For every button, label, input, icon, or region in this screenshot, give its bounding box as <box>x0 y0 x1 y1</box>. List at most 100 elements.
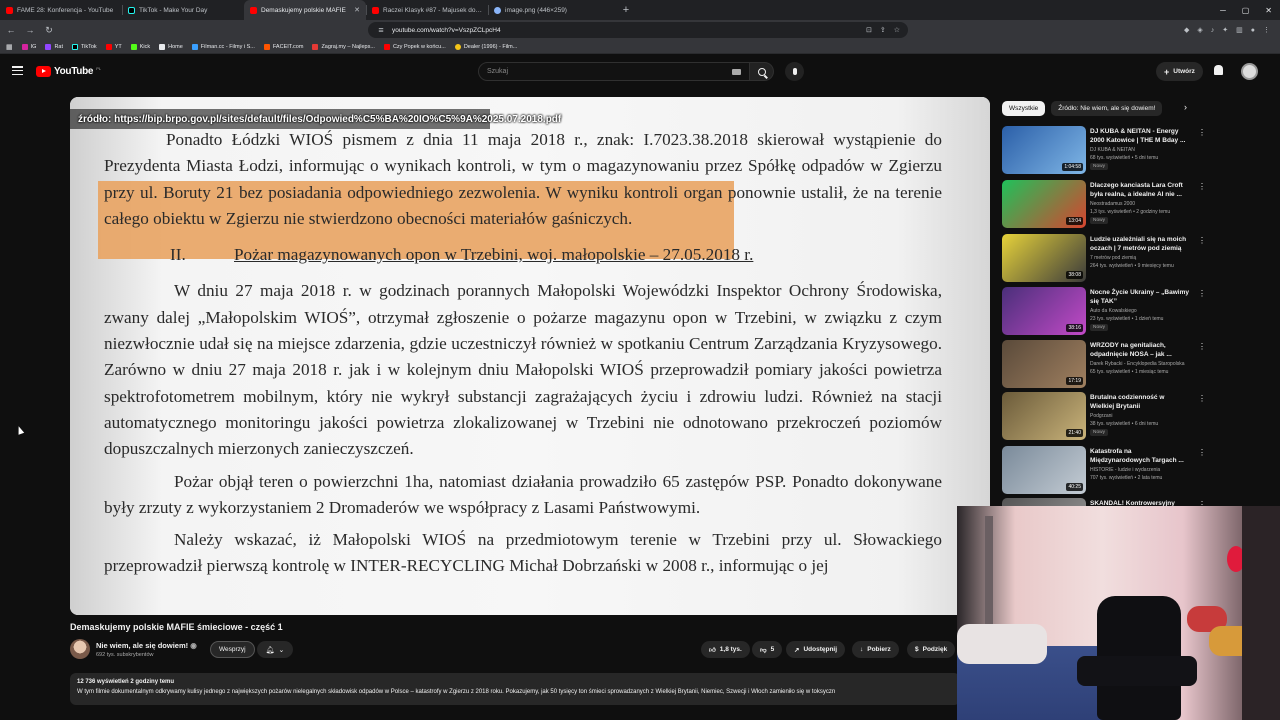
youtube-logo[interactable]: YouTube PL <box>36 66 101 77</box>
recommendation-item[interactable]: 1:04:58 DJ KUBA & NEITAN - Energy 2000 Ka… <box>1002 126 1272 176</box>
description-box[interactable]: 12 736 wyświetleń 2 godziny temu W tym f… <box>70 673 960 705</box>
bookmark-item[interactable]: IG <box>21 43 36 50</box>
tab-demaskujemy[interactable]: Demaskujemy polskie MAFIE ✕ <box>244 0 366 20</box>
bookmark-item[interactable]: FACEIT.com <box>263 43 303 50</box>
more-options-icon[interactable]: ⋮ <box>1198 448 1206 457</box>
recommendation-channel[interactable]: Darek Rybacki - Encyklopedia Staropolska <box>1090 361 1185 367</box>
recommendation-channel[interactable]: Neostradamus 2000 <box>1090 201 1135 207</box>
recommendation-item[interactable]: 17:19 WRZODY na genitaliach, odpadnięcie … <box>1002 340 1272 390</box>
video-thumbnail[interactable]: 38:08 <box>1002 234 1086 282</box>
back-icon[interactable]: ← <box>6 25 16 35</box>
bookmark-item[interactable]: YT <box>105 43 122 50</box>
site-info-icon[interactable]: ≡ <box>376 25 386 35</box>
recommendation-item[interactable]: 40:25 Katastrofa na Międzynarodowych Targ… <box>1002 446 1272 496</box>
extension-icon[interactable]: ◆ <box>1184 26 1189 34</box>
bookmark-item[interactable]: Filman.cc - Filmy i S... <box>191 43 255 50</box>
globe-favicon <box>494 6 501 14</box>
bookmark-item[interactable]: Home <box>159 43 183 50</box>
install-icon[interactable]: ⊡ <box>866 26 872 34</box>
voice-search-button[interactable] <box>785 62 804 81</box>
channel-avatar[interactable] <box>70 639 90 659</box>
recommendation-title[interactable]: Dlaczego kanciasta Lara Croft była realn… <box>1090 181 1190 199</box>
recommendation-title[interactable]: Nocne Życie Ukrainy – „Bawimy się TAK” <box>1090 288 1190 306</box>
more-options-icon[interactable]: ⋮ <box>1198 182 1206 191</box>
recommendation-item[interactable]: 38:08 Ludzie uzależniali się na moich ocz… <box>1002 234 1272 284</box>
recommendation-item[interactable]: 38:16 Nocne Życie Ukrainy – „Bawimy się T… <box>1002 287 1272 337</box>
minimize-icon[interactable]: ─ <box>1220 6 1226 15</box>
video-thumbnail[interactable]: 40:25 <box>1002 446 1086 494</box>
recommendation-title[interactable]: Brutalna codzienność w Wielkiej Brytanii <box>1090 393 1190 411</box>
close-window-icon[interactable]: ✕ <box>1265 6 1272 15</box>
tab-tiktok[interactable]: TikTok - Make Your Day <box>122 0 244 20</box>
keyboard-icon[interactable] <box>732 68 741 75</box>
recommendation-channel[interactable]: Podgrzani <box>1090 413 1113 419</box>
bookmark-item[interactable]: TikTok <box>72 43 97 50</box>
subscription-bell-button[interactable]: 🔔︎ ⌄ <box>257 641 293 658</box>
more-options-icon[interactable]: ⋮ <box>1198 128 1206 137</box>
extension-icon[interactable]: ♪ <box>1211 27 1215 34</box>
sidebar-icon[interactable]: ▥ <box>1236 26 1243 34</box>
bookmark-item[interactable]: Zagraj.my – Najleps... <box>312 43 375 50</box>
new-tab-button[interactable]: + <box>616 4 636 16</box>
recommendation-title[interactable]: DJ KUBA & NEITAN - Energy 2000 Katowice … <box>1090 127 1190 145</box>
more-options-icon[interactable]: ⋮ <box>1198 394 1206 403</box>
video-player[interactable]: źródło: https://bip.brpo.gov.pl/sites/de… <box>70 97 990 615</box>
hamburger-menu-icon[interactable] <box>12 66 23 75</box>
extension-icon[interactable]: ◈ <box>1197 26 1202 34</box>
more-options-icon[interactable]: ⋮ <box>1198 342 1206 351</box>
recommendation-meta: 707 tys. wyświetleń • 2 lata temu <box>1090 475 1163 481</box>
bookmark-item[interactable]: Kick <box>130 43 150 50</box>
recommendation-channel[interactable]: HISTORIE - ludzie i wydarzenia <box>1090 467 1160 473</box>
search-input[interactable]: Szukaj <box>478 62 750 81</box>
channel-name[interactable]: Nie wiem, ale się dowiem! ◉ <box>96 641 197 650</box>
close-tab-icon[interactable]: ✕ <box>354 6 360 14</box>
reload-icon[interactable]: ↻ <box>44 25 54 36</box>
recommendation-title[interactable]: WRZODY na genitaliach, odpadnięcie NOSA … <box>1090 341 1190 359</box>
like-button[interactable]: 👍︎ 1,8 tys. <box>701 641 750 658</box>
bookmark-item[interactable]: Czy Popek w końcu... <box>383 43 446 50</box>
recommendation-item[interactable]: 21:40 Brutalna codzienność w Wielkiej Bry… <box>1002 392 1272 442</box>
create-button[interactable]: + Utwórz <box>1156 62 1203 81</box>
address-bar[interactable]: ≡ youtube.com/watch?v=VszpZCLpcH4 ⊡ ⇪ ☆ <box>368 22 908 38</box>
bookmark-star-icon[interactable]: ☆ <box>894 26 900 34</box>
recommendation-channel[interactable]: DJ KUBA & NEITAN <box>1090 147 1135 153</box>
video-thumbnail[interactable]: 13:04 <box>1002 180 1086 228</box>
duration-badge: 38:08 <box>1066 271 1083 279</box>
share-icon[interactable]: ⇪ <box>880 26 886 34</box>
chip-all[interactable]: Wszystkie <box>1002 101 1046 116</box>
tab-fame28[interactable]: FAME 28: Konferencja - YouTube <box>0 0 122 20</box>
tab-raczei[interactable]: Raczei Klasyk #87 - Majusek dostaje <box>366 0 488 20</box>
profile-icon[interactable]: ● <box>1251 27 1255 34</box>
chevron-right-icon[interactable]: › <box>1184 102 1187 112</box>
tab-image[interactable]: image.png (446×259) <box>488 0 610 20</box>
video-thumbnail[interactable]: 21:40 <box>1002 392 1086 440</box>
maximize-icon[interactable]: ▢ <box>1242 6 1250 15</box>
puzzle-icon[interactable]: ✦ <box>1222 26 1228 34</box>
recommendation-channel[interactable]: 7 metrów pod ziemią <box>1090 255 1136 261</box>
apps-grid-icon[interactable]: ▦ <box>6 43 13 51</box>
more-options-icon[interactable]: ⋮ <box>1198 236 1206 245</box>
share-button[interactable]: ↗ Udostępnij <box>786 641 846 658</box>
video-thumbnail[interactable]: 17:19 <box>1002 340 1086 388</box>
recommendation-title[interactable]: Katastrofa na Międzynarodowych Targach .… <box>1090 447 1190 465</box>
video-thumbnail[interactable]: 38:16 <box>1002 287 1086 335</box>
search-button[interactable] <box>750 62 774 81</box>
menu-dots-icon[interactable]: ⋮ <box>1263 26 1270 34</box>
notifications-bell-icon[interactable] <box>1214 65 1223 75</box>
more-options-icon[interactable]: ⋮ <box>1198 289 1206 298</box>
bookmark-item[interactable]: Rat <box>45 43 63 50</box>
forward-icon[interactable]: → <box>25 25 35 35</box>
thanks-button[interactable]: $ Podzięk <box>907 641 956 658</box>
recommendation-item[interactable]: 13:04 Dlaczego kanciasta Lara Croft była … <box>1002 180 1272 230</box>
recommendation-title[interactable]: Ludzie uzależniali się na moich oczach |… <box>1090 235 1190 253</box>
support-button[interactable]: Wesprzyj <box>210 641 255 658</box>
video-thumbnail[interactable]: 1:04:58 <box>1002 126 1086 174</box>
recommendation-channel[interactable]: Auto da Kowalskiego <box>1090 308 1137 314</box>
dislike-button[interactable]: 👎︎ 5 <box>752 641 783 658</box>
bookmark-item[interactable]: Dealer (1996) - Film... <box>454 43 517 50</box>
new-badge: Nowy <box>1090 163 1108 170</box>
chip-source-channel[interactable]: Źródło: Nie wiem, ale się dowiem! <box>1051 101 1163 116</box>
mouse-cursor <box>15 425 25 435</box>
download-button[interactable]: ↓ Pobierz <box>852 641 899 658</box>
account-avatar[interactable] <box>1241 63 1258 80</box>
